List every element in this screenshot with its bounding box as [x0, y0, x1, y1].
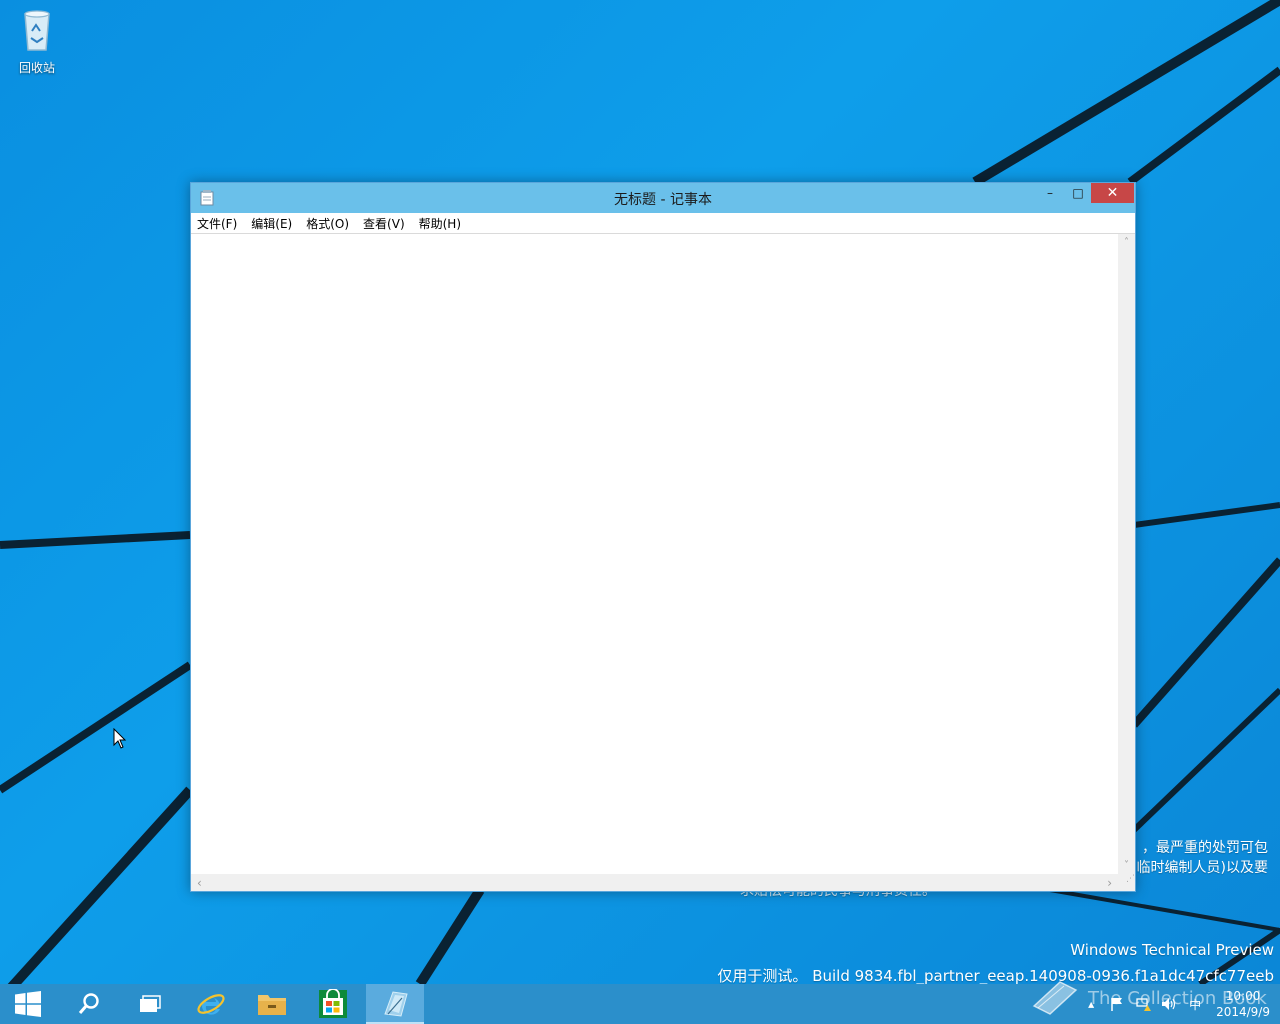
- menu-format[interactable]: 格式(O): [306, 215, 349, 232]
- taskbar: ▴ 中 10:00 2014/9/9: [0, 984, 1280, 1024]
- show-hidden-icons-icon[interactable]: ▴: [1081, 994, 1101, 1014]
- notepad-window[interactable]: 无标题 - 记事本 – □ ✕ 文件(F) 编辑(E) 格式(O) 查看(V) …: [190, 182, 1136, 892]
- vertical-scrollbar[interactable]: ˄ ˅: [1118, 234, 1135, 874]
- search-button[interactable]: [61, 984, 117, 1024]
- menu-bar: 文件(F) 编辑(E) 格式(O) 查看(V) 帮助(H): [191, 213, 1135, 234]
- internet-explorer-icon: [197, 994, 225, 1015]
- text-editor-area[interactable]: [191, 234, 1118, 874]
- horizontal-scrollbar[interactable]: ‹ ›: [191, 874, 1118, 891]
- notepad-taskbar-button[interactable]: [366, 984, 424, 1024]
- legal-line-2: 临时编制人员)以及要: [1136, 860, 1268, 876]
- menu-view[interactable]: 查看(V): [363, 215, 405, 232]
- legal-line-1: ，最严重的处罚可包: [1142, 840, 1268, 856]
- scroll-down-icon[interactable]: ˅: [1118, 860, 1135, 871]
- recycle-bin-shortcut[interactable]: 回收站: [12, 6, 62, 76]
- clock-time: 10:00: [1225, 989, 1261, 1003]
- internet-explorer-button[interactable]: [183, 984, 239, 1024]
- window-title: 无标题 - 记事本: [614, 192, 712, 208]
- scroll-right-icon[interactable]: ›: [1107, 876, 1112, 890]
- store-icon: [319, 989, 347, 1018]
- input-method-indicator[interactable]: 中: [1185, 994, 1205, 1014]
- mouse-cursor-icon: [113, 728, 127, 749]
- speaker-glyph-icon: [1162, 998, 1176, 1010]
- minimize-button[interactable]: –: [1036, 183, 1064, 203]
- file-explorer-icon: [258, 995, 286, 1015]
- volume-icon[interactable]: [1159, 994, 1179, 1014]
- flag-glyph-icon: [1111, 998, 1123, 1011]
- menu-edit[interactable]: 编辑(E): [251, 215, 292, 232]
- recycle-bin-label: 回收站: [18, 61, 55, 75]
- notepad-icon: [384, 991, 408, 1017]
- title-bar[interactable]: 无标题 - 记事本 – □ ✕: [191, 183, 1135, 213]
- preview-title-watermark: Windows Technical Preview: [1070, 941, 1274, 959]
- task-view-icon: [140, 995, 161, 1012]
- menu-file[interactable]: 文件(F): [197, 215, 237, 232]
- task-view-button[interactable]: [122, 984, 178, 1024]
- start-button[interactable]: [0, 984, 56, 1024]
- network-warning-icon[interactable]: [1133, 994, 1153, 1014]
- legal-watermark: ，最严重的处罚可包 临时编制人员)以及要: [1137, 838, 1268, 878]
- clock-date: 2014/9/9: [1216, 1005, 1270, 1019]
- scroll-up-icon[interactable]: ˄: [1118, 237, 1135, 248]
- search-icon: [78, 993, 99, 1014]
- resize-grip-icon[interactable]: ⋰: [1118, 874, 1135, 891]
- build-watermark: 仅用于测试。 Build 9834.fbl_partner_eeap.14090…: [717, 967, 1274, 984]
- system-tray: ▴ 中 10:00 2014/9/9: [1078, 984, 1280, 1024]
- maximize-button[interactable]: □: [1064, 183, 1092, 203]
- file-explorer-button[interactable]: [244, 984, 300, 1024]
- start-icon: [15, 991, 41, 1017]
- scroll-left-icon[interactable]: ‹: [197, 876, 202, 890]
- recycle-bin-icon: [24, 10, 50, 51]
- store-button[interactable]: [305, 984, 361, 1024]
- network-glyph-icon: [1136, 998, 1152, 1011]
- menu-help[interactable]: 帮助(H): [419, 215, 461, 232]
- clock[interactable]: 10:00 2014/9/9: [1216, 988, 1270, 1020]
- close-button[interactable]: ✕: [1091, 183, 1134, 203]
- action-center-flag-icon[interactable]: [1107, 994, 1127, 1014]
